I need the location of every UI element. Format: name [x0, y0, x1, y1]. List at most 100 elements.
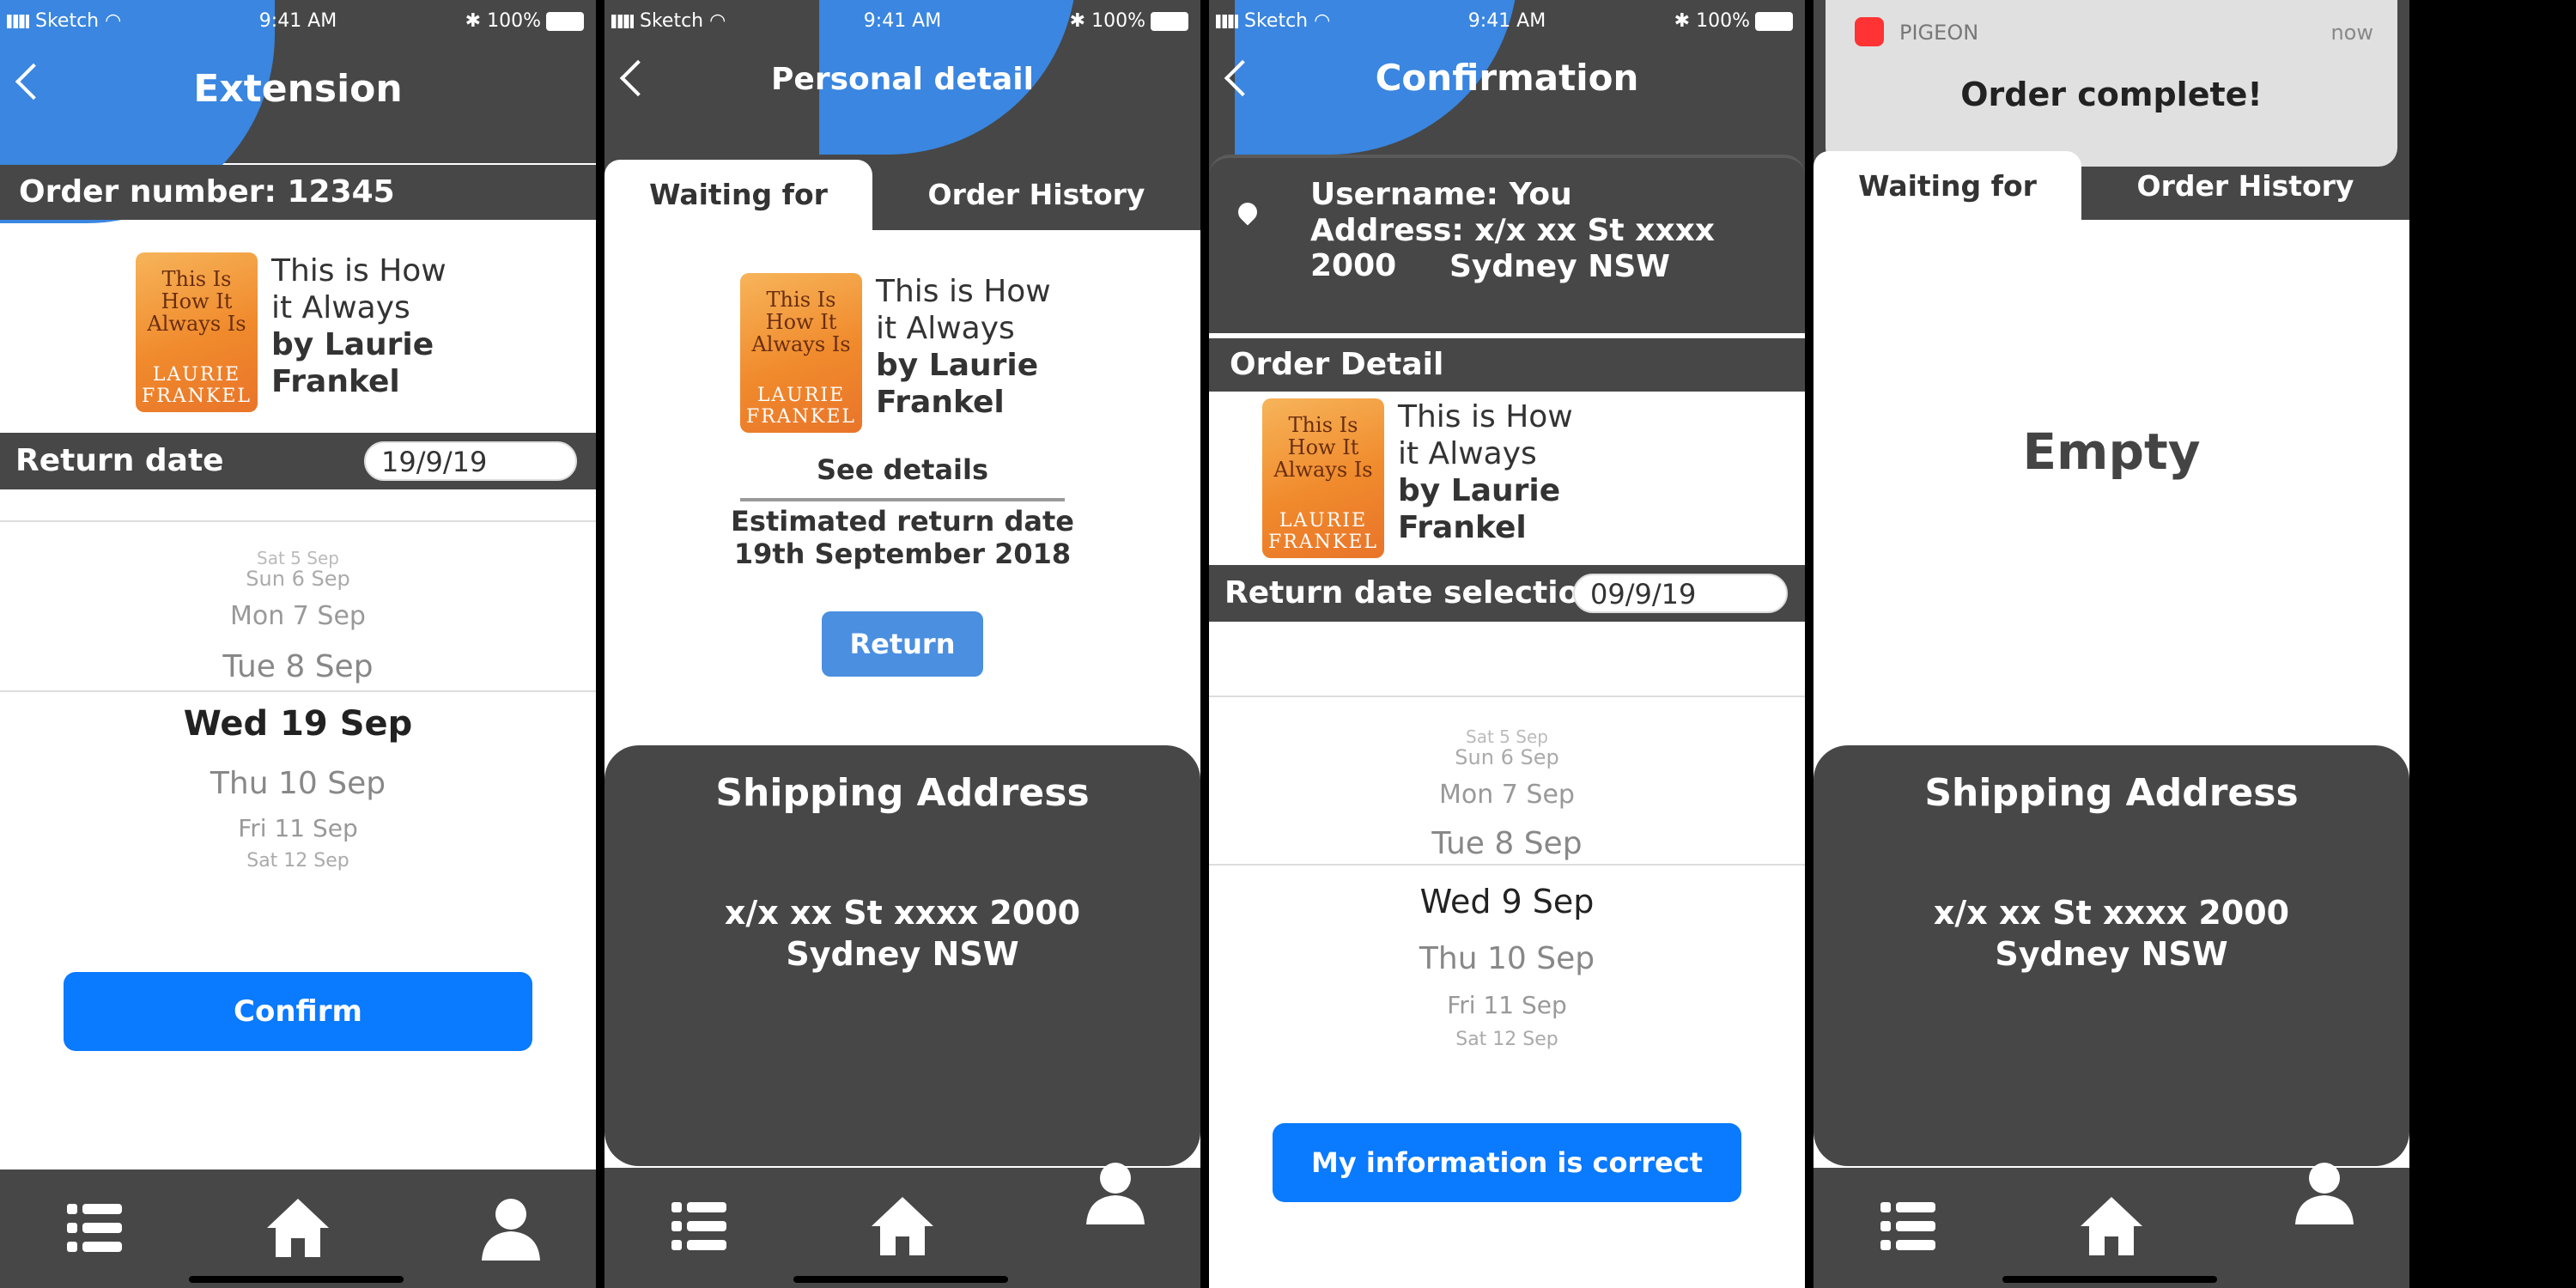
- confirmation-screen: Sketch ◠ 9:41 AM ✱ 100% Confirmation Use…: [1209, 0, 1805, 1288]
- notification-time: now: [2330, 21, 2373, 45]
- battery-icon: [546, 12, 584, 31]
- book-author-line2: Frankel: [271, 364, 400, 399]
- bluetooth-icon: ✱: [465, 10, 482, 32]
- book-cover-title: This Is How It Always Is: [751, 288, 851, 356]
- book-cover: This Is How It Always Is LAURIE FRANKEL: [1262, 398, 1384, 558]
- address-line2: Sydney NSW: [1449, 249, 1670, 284]
- estimated-return-date: 19th September 2018: [733, 538, 1072, 570]
- picker-top-divider: [0, 520, 596, 522]
- return-date-field[interactable]: 19/9/19: [364, 441, 577, 481]
- return-date-label: Return date: [15, 443, 224, 478]
- page-title: Confirmation: [1375, 57, 1639, 99]
- picker-option[interactable]: Mon 7 Sep: [1209, 780, 1805, 810]
- book-text: This is How it Always by Laurie Frankel: [271, 252, 447, 412]
- profile-icon[interactable]: [1081, 1157, 1150, 1226]
- book-cover-author: LAURIE FRANKEL: [745, 385, 857, 428]
- notification-message: Order complete!: [1960, 76, 2263, 113]
- picker-option[interactable]: Sat 5 Sep: [0, 548, 596, 568]
- tab-waiting-for-return[interactable]: Waiting for return: [1814, 151, 2081, 273]
- notification-app-name: PIGEON: [1899, 21, 1979, 45]
- picker-option[interactable]: Sat 12 Sep: [1209, 1029, 1805, 1050]
- picker-selection-line: [1209, 864, 1805, 866]
- bluetooth-icon: ✱: [1674, 10, 1691, 32]
- book-text: This is How it Always by Laurie Frankel: [1398, 398, 1573, 558]
- book-author-line2: Frankel: [1398, 510, 1527, 545]
- list-icon[interactable]: [60, 1194, 129, 1262]
- shipping-address-line1: x/x xx St xxxx 2000: [1933, 894, 2290, 932]
- empty-state: Empty: [2022, 422, 2201, 481]
- picker-option[interactable]: Tue 8 Sep: [1209, 826, 1805, 861]
- picker-selected-option[interactable]: Wed 19 Sep: [0, 704, 596, 744]
- information-correct-button[interactable]: My information is correct: [1273, 1123, 1741, 1202]
- book-text: This is How it Always by Laurie Frankel: [876, 273, 1051, 433]
- picker-option[interactable]: Thu 10 Sep: [1209, 941, 1805, 976]
- book-item[interactable]: This Is How It Always Is LAURIE FRANKEL …: [136, 252, 447, 412]
- tab-bar: [1814, 1163, 2409, 1288]
- divider: [740, 498, 1065, 501]
- picker-option[interactable]: Thu 10 Sep: [0, 766, 596, 801]
- location-pin-icon: [1234, 198, 1261, 226]
- order-number-bar: Order number: 12345: [0, 165, 596, 220]
- tab-order-history[interactable]: Order History: [2081, 151, 2409, 222]
- user-info-card: Username: You Address: x/x xx St xxxx 20…: [1209, 155, 1805, 333]
- book-item[interactable]: This Is How It Always Is LAURIE FRANKEL …: [1262, 398, 1573, 558]
- picker-option[interactable]: Sat 12 Sep: [0, 850, 596, 872]
- home-icon[interactable]: [2077, 1192, 2146, 1261]
- return-date-field[interactable]: 09/9/19: [1573, 574, 1788, 613]
- picker-option[interactable]: Mon 7 Sep: [0, 601, 596, 631]
- profile-icon[interactable]: [477, 1194, 545, 1262]
- shipping-address-line1: x/x xx St xxxx 2000: [724, 894, 1081, 932]
- tab-waiting-for-return[interactable]: Waiting for return: [605, 160, 872, 282]
- battery-percent: 100%: [1696, 10, 1750, 32]
- picker-option[interactable]: Tue 8 Sep: [0, 649, 596, 684]
- book-title-line2: it Always: [876, 311, 1015, 346]
- shipping-address-line2: Sydney NSW: [1995, 935, 2228, 973]
- book-author-line2: Frankel: [876, 385, 1005, 420]
- book-cover: This Is How It Always Is LAURIE FRANKEL: [740, 273, 862, 433]
- profile-icon[interactable]: [2290, 1157, 2359, 1226]
- picker-selected-option[interactable]: Wed 9 Sep: [1209, 883, 1805, 920]
- picker-option[interactable]: Sun 6 Sep: [1209, 745, 1805, 769]
- status-bar: Sketch ◠ 9:41 AM ✱ 100%: [0, 0, 596, 48]
- estimated-return-label: Estimated return date: [731, 505, 1074, 538]
- battery-icon: [1755, 12, 1793, 31]
- shipping-address-title: Shipping Address: [715, 771, 1090, 815]
- date-picker[interactable]: Sat 5 Sep Sun 6 Sep Mon 7 Sep Tue 8 Sep …: [0, 541, 596, 884]
- tab-bar: [0, 1170, 596, 1288]
- battery-percent: 100%: [1091, 10, 1145, 32]
- return-button[interactable]: Return: [822, 611, 983, 677]
- picker-option[interactable]: Fri 11 Sep: [0, 814, 596, 842]
- app-icon: [1855, 17, 1884, 46]
- book-title-line1: This is How: [1398, 399, 1573, 434]
- bluetooth-icon: ✱: [1069, 10, 1086, 32]
- picker-option[interactable]: Sun 6 Sep: [0, 567, 596, 591]
- notification-banner[interactable]: PIGEON now Order complete!: [1826, 0, 2397, 167]
- date-picker[interactable]: Sat 5 Sep Sun 6 Sep Mon 7 Sep Tue 8 Sep …: [1209, 720, 1805, 1063]
- personal-detail-screen: Sketch ◠ 9:41 AM ✱ 100% Personal detail …: [605, 0, 1200, 1288]
- book-author-line1: by Laurie: [876, 348, 1039, 383]
- book-item[interactable]: This Is How It Always Is LAURIE FRANKEL …: [740, 273, 1051, 433]
- home-icon[interactable]: [264, 1194, 332, 1262]
- see-details-link[interactable]: See details: [605, 453, 1200, 486]
- picker-selection-line: [0, 690, 596, 692]
- username: Username: You: [1310, 177, 1572, 212]
- book-author-line1: by Laurie: [271, 327, 434, 362]
- page-title: Personal detail: [771, 62, 1034, 97]
- home-icon[interactable]: [868, 1192, 937, 1261]
- book-title-line2: it Always: [271, 290, 410, 325]
- picker-option[interactable]: Sat 5 Sep: [1209, 726, 1805, 747]
- book-cover-title: This Is How It Always Is: [147, 267, 246, 336]
- list-icon[interactable]: [1874, 1192, 1942, 1261]
- book-author-line1: by Laurie: [1398, 473, 1561, 508]
- book-title-line1: This is How: [271, 253, 447, 289]
- list-icon[interactable]: [665, 1192, 733, 1261]
- book-cover-author: LAURIE FRANKEL: [1267, 510, 1379, 553]
- book-cover-title: This Is How It Always Is: [1273, 413, 1373, 482]
- home-indicator: [2002, 1276, 2217, 1283]
- picker-option[interactable]: Fri 11 Sep: [1209, 991, 1805, 1019]
- order-detail-label: Order Detail: [1230, 347, 1444, 382]
- book-cover-author: LAURIE FRANKEL: [141, 364, 252, 407]
- confirm-button[interactable]: Confirm: [64, 972, 532, 1051]
- tab-order-history[interactable]: Order History: [872, 160, 1200, 230]
- status-bar: Sketch ◠ 9:41 AM ✱ 100%: [1209, 0, 1805, 48]
